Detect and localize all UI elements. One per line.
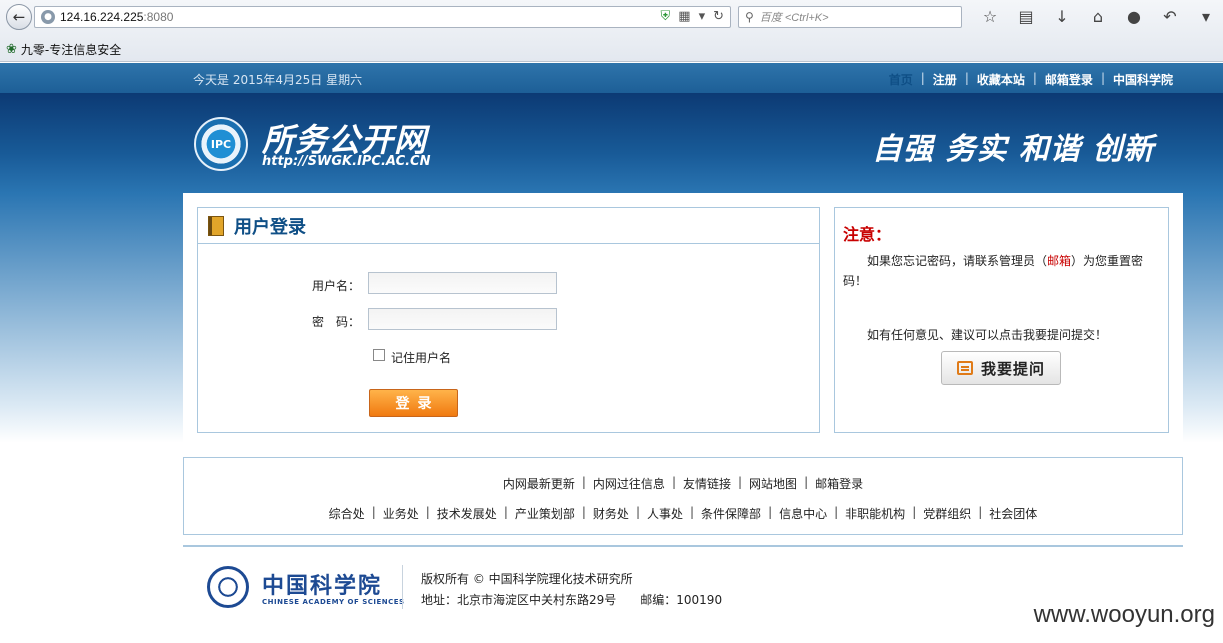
top-link-mail-login[interactable]: 邮箱登录 — [1045, 71, 1093, 88]
cas-english-name: CHINESE ACADEMY OF SCIENCES — [262, 598, 405, 606]
link-dept[interactable]: 党群组织 — [923, 505, 971, 522]
link-dept[interactable]: 技术发展处 — [437, 505, 497, 522]
link-dept[interactable]: 信息中心 — [779, 505, 827, 522]
site-top-bar: 今天是 2015年4月25日 星期六 首页 | 注册 | 收藏本站 | 邮箱登录 | 中… — [0, 63, 1223, 93]
browser-chrome: ← ● 124.16.224.225 :8080 ⛨ ▦ ▾ ↻ ⚲ 百度 <C… — [0, 0, 1223, 62]
link-dept[interactable]: 业务处 — [383, 505, 419, 522]
bookmark-item[interactable]: 九零-专注信息安全 — [21, 41, 121, 58]
notice-text-before: 如果您忘记密码，请联系管理员（ — [867, 254, 1048, 268]
links-panel: 内网最新更新 | 内网过往信息 | 友情链接 | 网站地图 | 邮箱登录 综合处 | 业务… — [183, 457, 1183, 535]
link-mail-login[interactable]: 邮箱登录 — [815, 475, 863, 492]
link-sitemap[interactable]: 网站地图 — [749, 475, 797, 492]
link-dept[interactable]: 产业策划部 — [515, 505, 575, 522]
reload-icon[interactable]: ↻ — [713, 9, 724, 24]
username-label: 用户名： — [311, 279, 360, 293]
cas-name: 中国科学院 — [262, 573, 383, 599]
globe-icon: ● — [41, 10, 55, 24]
undo-icon[interactable]: ↶ — [1152, 6, 1188, 28]
footer-separator — [402, 565, 403, 609]
search-icon: ⚲ — [745, 10, 754, 24]
slogan: 自强 务实 和谐 创新 — [872, 132, 1155, 167]
password-label: 密 码： — [311, 315, 360, 329]
site-banner: IPC 所务公开网 http://SWGK.IPC.AC.CN 自强 务实 和谐… — [0, 93, 1223, 193]
ipc-logo: IPC — [194, 117, 248, 171]
menu-chevron-icon[interactable]: ▾ — [1188, 6, 1223, 28]
download-icon[interactable]: ↓ — [1044, 6, 1080, 28]
current-date: 今天是 2015年4月25日 星期六 — [193, 73, 363, 87]
suggest-text: 如有任何意见、建议可以点击我要提问提交！ — [867, 328, 1108, 342]
link-intranet-latest[interactable]: 内网最新更新 — [503, 475, 575, 492]
remember-username-label[interactable]: 记住用户名 — [391, 349, 451, 366]
link-dept[interactable]: 人事处 — [647, 505, 683, 522]
back-arrow-icon[interactable]: ← — [6, 4, 32, 30]
watermark: www.wooyun.org — [1033, 601, 1215, 628]
top-link-cas[interactable]: 中国科学院 — [1113, 71, 1173, 88]
top-link-register[interactable]: 注册 — [933, 71, 957, 88]
qr-code-icon[interactable]: ▦ — [678, 9, 690, 24]
reading-list-icon[interactable]: ▤ — [1008, 6, 1044, 28]
login-header: 用户登录 — [198, 208, 819, 244]
search-bar[interactable]: ⚲ 百度 <Ctrl+K> — [738, 6, 962, 28]
username-input[interactable] — [368, 272, 557, 294]
link-dept[interactable]: 综合处 — [329, 505, 365, 522]
notice-text: 如果您忘记密码，请联系管理员（邮箱）为您重置密码！ — [843, 251, 1155, 291]
dropdown-icon[interactable]: ▾ — [699, 9, 706, 24]
top-links: 首页 | 注册 | 收藏本站 | 邮箱登录 | 中国科学院 — [888, 71, 1173, 88]
star-icon[interactable]: ☆ — [972, 6, 1008, 28]
search-placeholder: 百度 <Ctrl+K> — [759, 12, 829, 24]
remember-username-checkbox[interactable] — [373, 349, 385, 361]
link-dept[interactable]: 财务处 — [593, 505, 629, 522]
login-title: 用户登录 — [234, 216, 306, 238]
links-row-2: 综合处 | 业务处 | 技术发展处 | 产业策划部 | 财务处 | 人事处 | 条件保障部 |… — [328, 505, 1038, 522]
footer-divider — [183, 545, 1183, 547]
shield-icon[interactable]: ⛨ — [661, 9, 671, 24]
link-dept[interactable]: 非职能机构 — [845, 505, 905, 522]
ask-question-label: 我要提问 — [980, 359, 1045, 378]
link-dept[interactable]: 条件保障部 — [701, 505, 761, 522]
speech-bubble-icon — [956, 361, 973, 375]
copyright-text: 版权所有 © 中国科学院理化技术研究所 — [421, 572, 633, 586]
url-bar[interactable]: ● 124.16.224.225 :8080 ⛨ ▦ ▾ ↻ — [34, 6, 731, 28]
mail-link[interactable]: 邮箱 — [1047, 254, 1071, 268]
address-text: 地址：北京市海淀区中关村东路29号 邮编：100190 — [421, 593, 723, 607]
links-row-1: 内网最新更新 | 内网过往信息 | 友情链接 | 网站地图 | 邮箱登录 — [502, 475, 864, 492]
book-icon — [208, 215, 224, 236]
url-host: 124.16.224.225 — [60, 10, 144, 24]
notice-panel: 注意： 如果您忘记密码，请联系管理员（邮箱）为您重置密码！ 如有任何意见、建议可… — [834, 207, 1169, 433]
top-link-bookmark[interactable]: 收藏本站 — [977, 71, 1025, 88]
login-panel: 用户登录 用户名： 密 码： 记住用户名 登录 — [197, 207, 820, 433]
ask-question-button[interactable]: 我要提问 — [941, 351, 1061, 385]
notice-title: 注意： — [843, 225, 892, 244]
bookmarks-bar: ❀ 九零-专注信息安全 — [0, 38, 121, 60]
login-button[interactable]: 登录 — [369, 389, 458, 417]
site-url: http://SWGK.IPC.AC.CN — [262, 154, 431, 169]
main-content: 用户登录 用户名： 密 码： 记住用户名 登录 注意： 如果您忘记密码，请联系管… — [183, 193, 1183, 456]
link-friendly-links[interactable]: 友情链接 — [683, 475, 731, 492]
link-intranet-past[interactable]: 内网过往信息 — [593, 475, 665, 492]
chat-icon[interactable]: ● — [1116, 6, 1152, 28]
password-input[interactable] — [368, 308, 557, 330]
link-dept[interactable]: 社会团体 — [989, 505, 1037, 522]
cas-emblem-icon — [207, 566, 249, 608]
top-link-home[interactable]: 首页 — [889, 71, 913, 88]
url-port: :8080 — [143, 10, 174, 24]
bookmark-leaf-icon: ❀ — [6, 41, 17, 57]
home-icon[interactable]: ⌂ — [1080, 6, 1116, 28]
